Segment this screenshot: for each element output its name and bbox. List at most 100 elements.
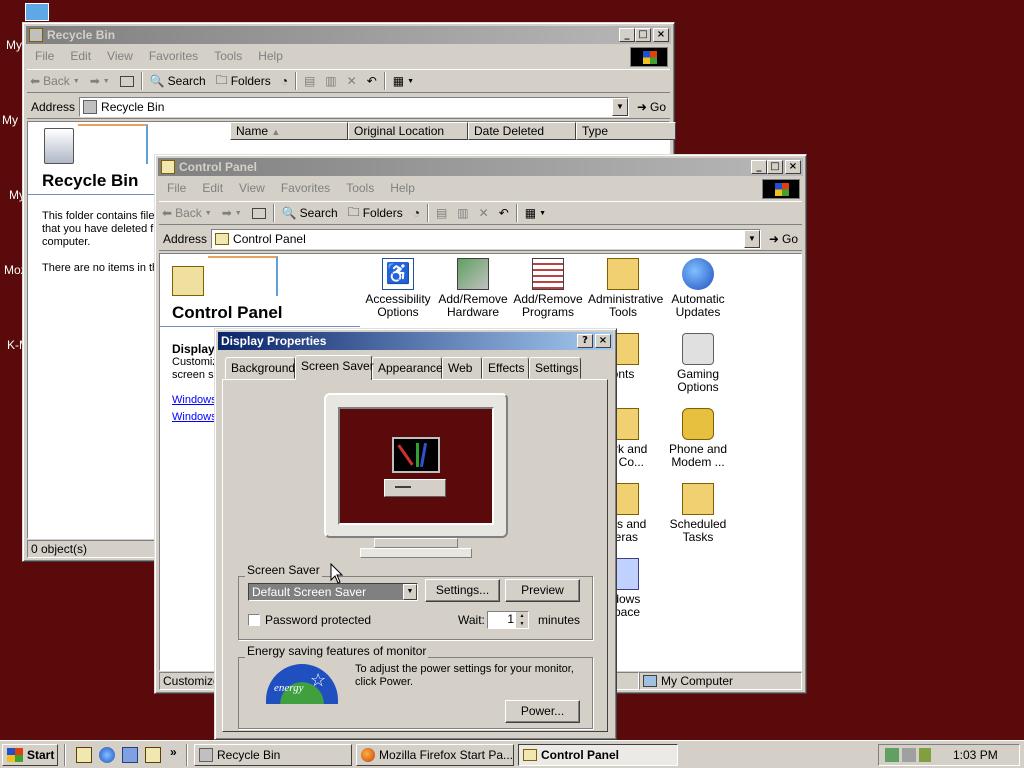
clock[interactable]: 1:03 PM xyxy=(953,748,998,762)
delete-button[interactable]: ✕ xyxy=(476,203,492,223)
views-button[interactable]: ▦ ▼ xyxy=(522,203,549,223)
cp-icon-scheduled-tasks[interactable]: Scheduled Tasks xyxy=(663,483,733,544)
address-input[interactable]: Recycle Bin ▼ xyxy=(79,96,629,117)
task-firefox[interactable]: Mozilla Firefox Start Pa... xyxy=(356,744,514,766)
chevron-down-icon[interactable]: ▼ xyxy=(403,584,417,600)
up-button[interactable] xyxy=(117,71,137,91)
desktop-icon-my-computer[interactable] xyxy=(25,3,49,21)
password-checkbox[interactable] xyxy=(248,614,260,626)
forward-button[interactable]: ➡ ▼ xyxy=(219,203,245,223)
menu-file[interactable]: File xyxy=(27,49,62,63)
quicklaunch-search-icon[interactable] xyxy=(145,747,161,763)
menu-tools[interactable]: Tools xyxy=(206,49,250,63)
address-dropdown-button[interactable]: ▼ xyxy=(743,229,760,248)
preview-button[interactable]: Preview xyxy=(505,579,580,602)
search-button[interactable]: 🔍 Search xyxy=(147,71,209,91)
address-input[interactable]: Control Panel ▼ xyxy=(211,228,761,249)
cp-icon-accessibility[interactable]: ♿ Accessibility Options xyxy=(363,258,433,319)
views-button[interactable]: ▦ ▼ xyxy=(390,71,417,91)
title-bar[interactable]: Control Panel _ □ × xyxy=(158,158,803,176)
back-button[interactable]: ⬅ Back ▼ xyxy=(27,71,83,91)
close-button[interactable]: × xyxy=(595,334,611,348)
tab-appearance[interactable]: Appearance xyxy=(372,357,443,379)
system-tray: 1:03 PM xyxy=(878,744,1020,766)
close-button[interactable]: × xyxy=(653,28,669,42)
cp-icon-gaming-options[interactable]: Gaming Options xyxy=(663,333,733,394)
back-label: Back xyxy=(175,206,202,220)
go-button[interactable]: ➜ Go xyxy=(765,232,802,246)
wait-input[interactable]: 1 ▲ ▼ xyxy=(487,611,529,629)
quicklaunch-more-icon[interactable]: » xyxy=(170,745,177,759)
cp-icon-automatic-updates[interactable]: Automatic Updates xyxy=(663,258,733,319)
column-original-location[interactable]: Original Location xyxy=(348,122,468,140)
spin-up-icon[interactable]: ▲ xyxy=(516,612,528,620)
menu-favorites[interactable]: Favorites xyxy=(273,181,338,195)
menu-tools[interactable]: Tools xyxy=(338,181,382,195)
copy-to-button[interactable]: ▥ xyxy=(322,71,339,91)
cp-icon-add-remove-hardware[interactable]: Add/Remove Hardware xyxy=(438,258,508,319)
history-button[interactable]: ◔ xyxy=(410,203,423,223)
minimize-button[interactable]: _ xyxy=(751,160,767,174)
back-button[interactable]: ⬅ Back ▼ xyxy=(159,203,215,223)
undo-button[interactable]: ↶ xyxy=(496,203,512,223)
up-button[interactable] xyxy=(249,203,269,223)
title-bar[interactable]: Recycle Bin _ □ × xyxy=(26,26,671,44)
quicklaunch-outlook-icon[interactable] xyxy=(122,747,138,763)
help-button[interactable]: ? xyxy=(577,334,593,348)
sidebar-link[interactable]: Windows xyxy=(172,411,217,423)
cp-icon-add-remove-programs[interactable]: Add/Remove Programs xyxy=(513,258,583,319)
menu-help[interactable]: Help xyxy=(250,49,291,63)
column-name[interactable]: Name ▲ xyxy=(230,122,348,140)
delete-button[interactable]: ✕ xyxy=(344,71,360,91)
tab-effects[interactable]: Effects xyxy=(482,357,529,379)
cp-icon-administrative-tools[interactable]: Administrative Tools xyxy=(588,258,663,319)
sidebar-link[interactable]: Windows xyxy=(172,394,217,406)
tab-screen-saver[interactable]: Screen Saver xyxy=(295,355,374,380)
copy-to-button[interactable]: ▥ xyxy=(454,203,471,223)
spin-down-icon[interactable]: ▼ xyxy=(516,620,528,628)
history-button[interactable]: ◔ xyxy=(278,71,291,91)
start-button[interactable]: Start xyxy=(2,744,58,766)
minimize-button[interactable]: _ xyxy=(619,28,635,42)
menu-edit[interactable]: Edit xyxy=(194,181,231,195)
menu-favorites[interactable]: Favorites xyxy=(141,49,206,63)
menu-file[interactable]: File xyxy=(159,181,194,195)
cp-icon-phone-modem[interactable]: Phone and Modem ... xyxy=(663,408,733,469)
quicklaunch-desktop-icon[interactable] xyxy=(76,747,92,763)
menu-view[interactable]: View xyxy=(231,181,273,195)
move-to-icon: ▤ xyxy=(435,206,448,220)
maximize-button[interactable]: □ xyxy=(635,28,651,42)
tab-settings[interactable]: Settings xyxy=(529,357,581,379)
settings-button[interactable]: Settings... xyxy=(425,579,500,602)
close-button[interactable]: × xyxy=(785,160,801,174)
move-to-button[interactable]: ▤ xyxy=(301,71,318,91)
task-recycle-bin[interactable]: Recycle Bin xyxy=(194,744,352,766)
menu-view[interactable]: View xyxy=(99,49,141,63)
search-button[interactable]: 🔍 Search xyxy=(279,203,341,223)
tab-web[interactable]: Web xyxy=(442,357,482,379)
address-dropdown-button[interactable]: ▼ xyxy=(611,97,628,116)
desktop-label[interactable]: My xyxy=(6,38,22,52)
screensaver-select[interactable]: Default Screen Saver ▼ xyxy=(248,583,418,601)
forward-button[interactable]: ➡ ▼ xyxy=(87,71,113,91)
tray-volume-icon[interactable] xyxy=(919,748,931,762)
menu-edit[interactable]: Edit xyxy=(62,49,99,63)
undo-button[interactable]: ↶ xyxy=(364,71,380,91)
tray-network-icon[interactable] xyxy=(885,748,899,762)
title-bar[interactable]: Display Properties ? × xyxy=(218,332,613,350)
folders-button[interactable]: 🗀 Folders xyxy=(213,71,274,91)
menu-help[interactable]: Help xyxy=(382,181,423,195)
folders-button[interactable]: 🗀 Folders xyxy=(345,203,406,223)
column-date-deleted[interactable]: Date Deleted xyxy=(468,122,576,140)
go-button[interactable]: ➜ Go xyxy=(633,100,670,114)
move-to-button[interactable]: ▤ xyxy=(433,203,450,223)
column-type[interactable]: Type xyxy=(576,122,676,140)
back-arrow-icon: ⬅ xyxy=(162,206,173,220)
task-control-panel[interactable]: Control Panel xyxy=(518,744,678,766)
tray-network2-icon[interactable] xyxy=(902,748,916,762)
recycle-bin-icon xyxy=(83,99,98,114)
maximize-button[interactable]: □ xyxy=(767,160,783,174)
power-button[interactable]: Power... xyxy=(505,700,580,723)
tab-background[interactable]: Background xyxy=(225,357,295,379)
quicklaunch-ie-icon[interactable] xyxy=(99,747,115,763)
